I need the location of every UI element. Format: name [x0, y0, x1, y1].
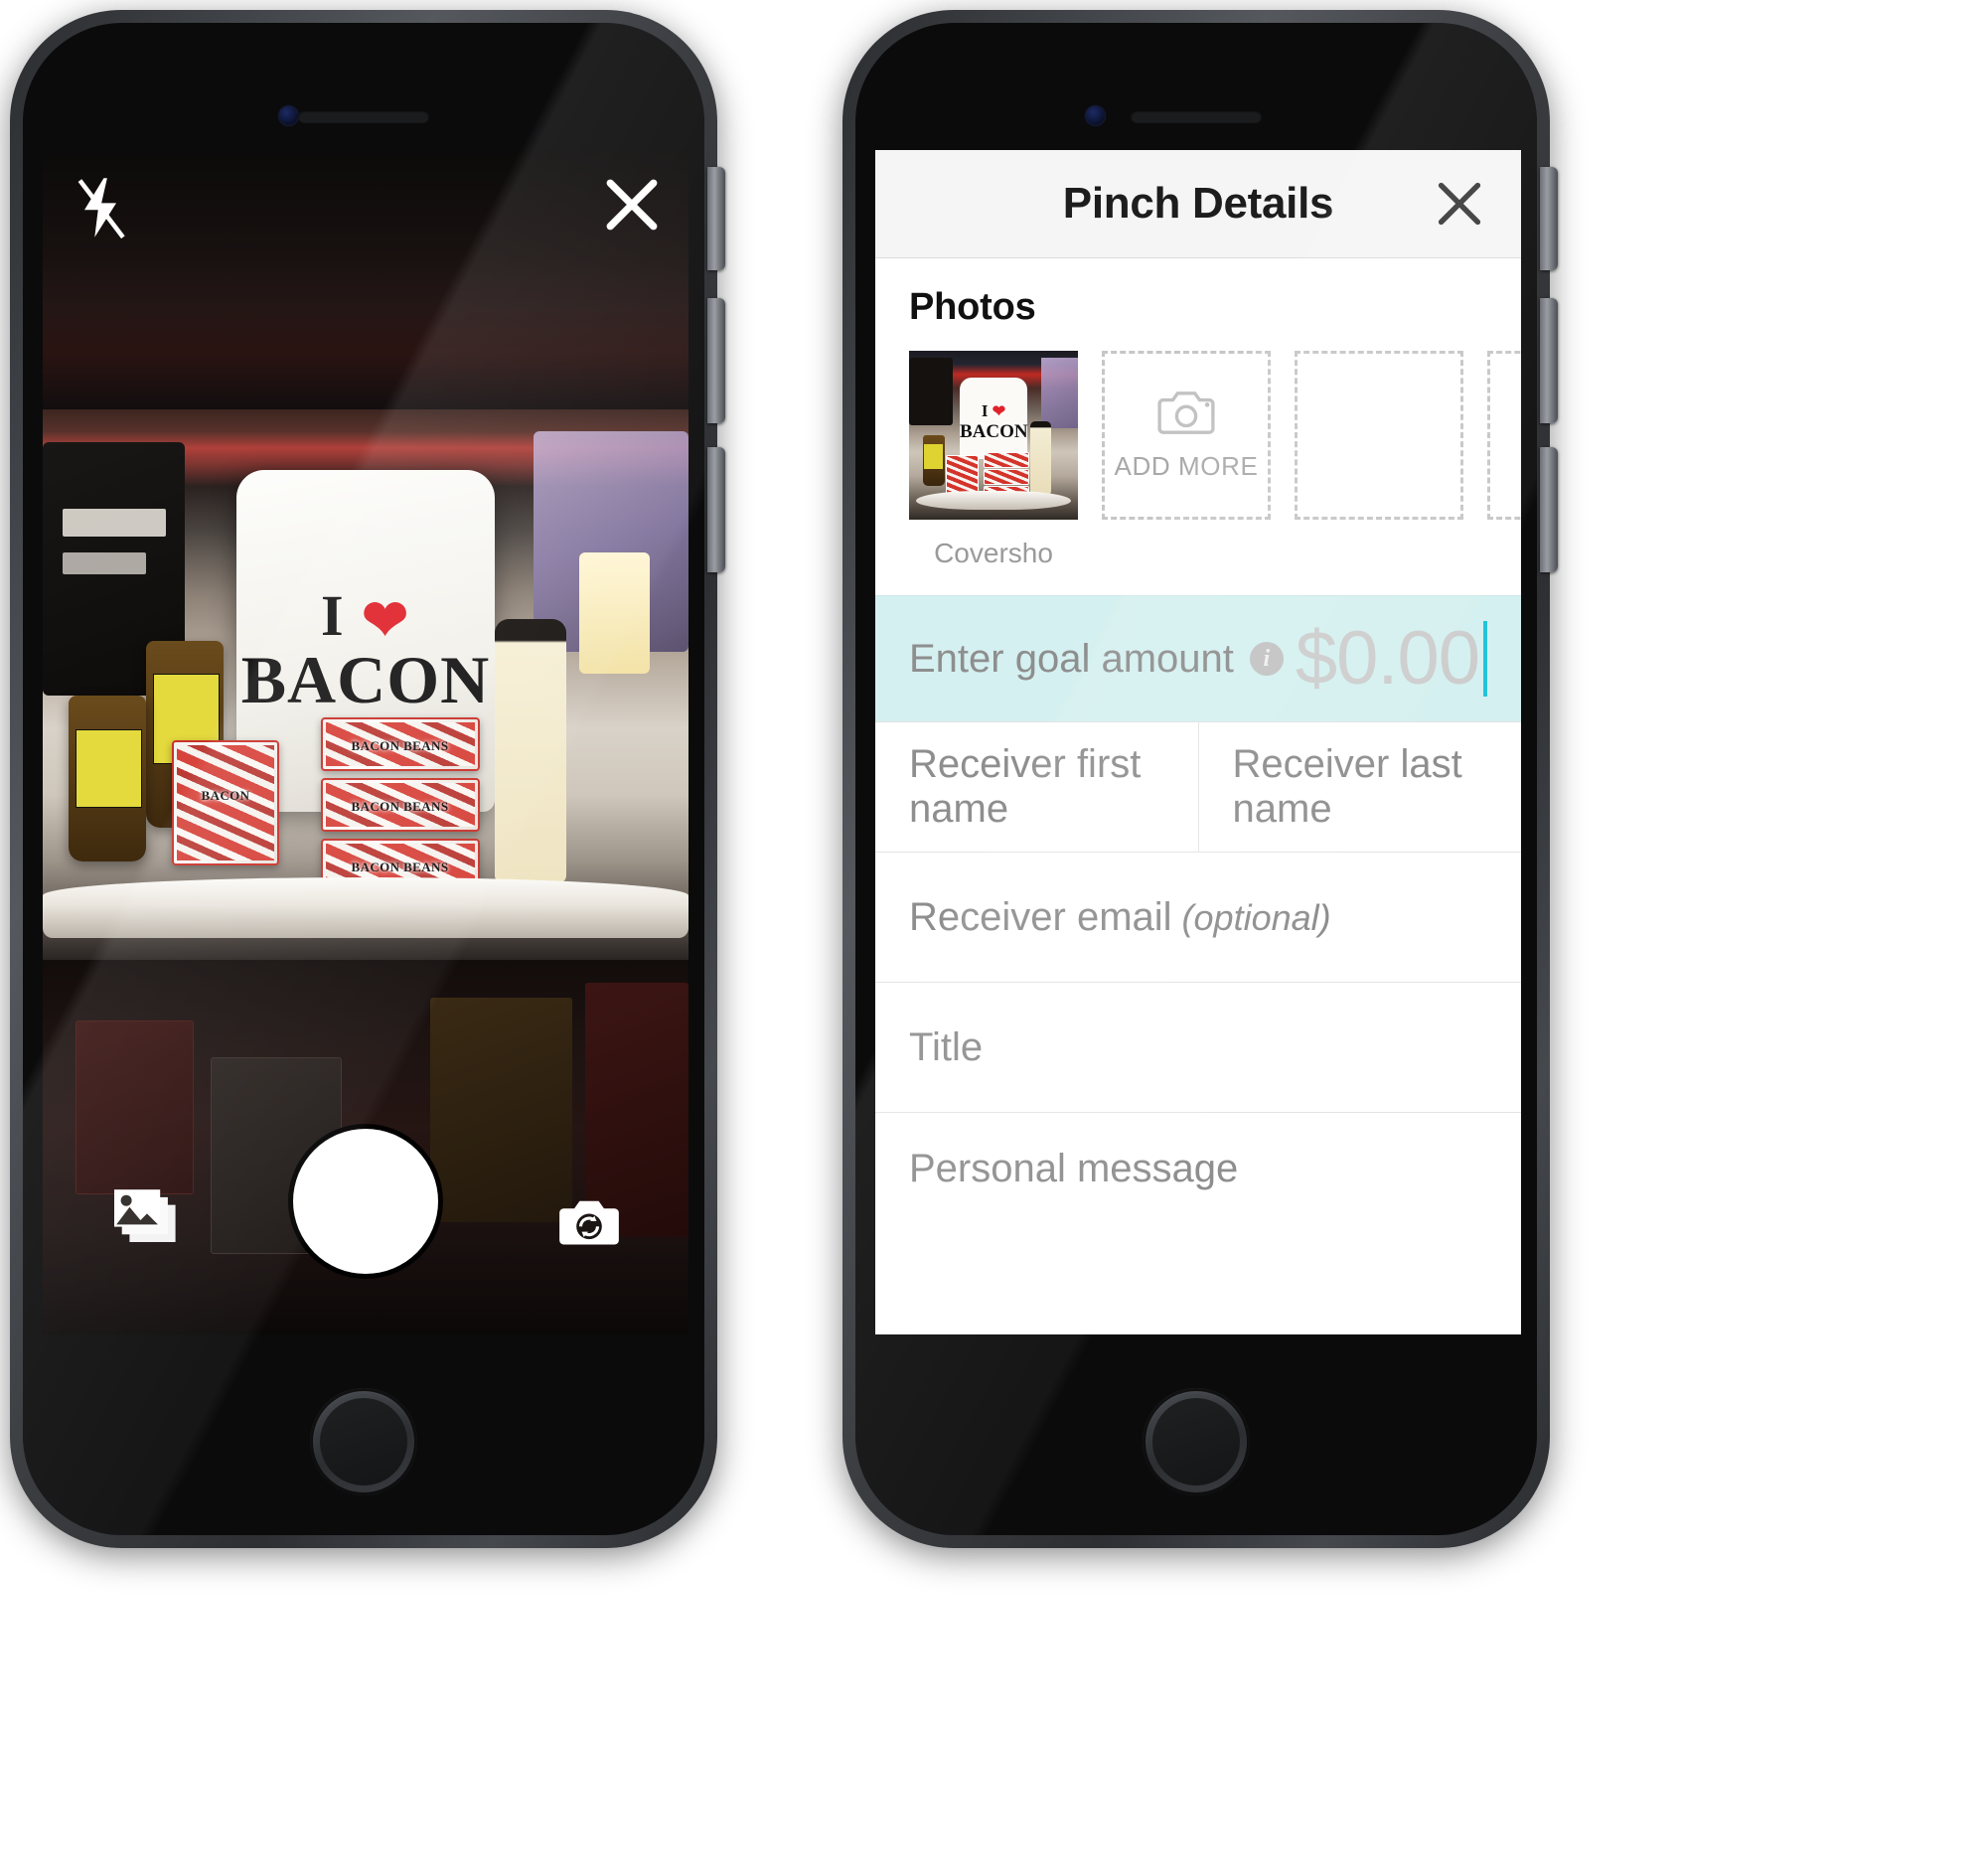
- right-phone-power-button[interactable]: [1540, 167, 1558, 270]
- thumb-white-tshirt: I ❤ BACON: [960, 378, 1028, 459]
- photo-thumbnail-row: I ❤ BACON ADD MORE: [909, 351, 1521, 520]
- empty-photo-slot-button-1[interactable]: [1295, 351, 1463, 520]
- camera-icon: [1155, 389, 1217, 441]
- pinch-details-screen: Pinch Details Photos I ❤ BACON ADD MORE …: [875, 150, 1521, 1334]
- receiver-first-name-field[interactable]: Receiver first name: [875, 722, 1198, 852]
- thumbnail-image: I ❤ BACON: [909, 351, 1078, 520]
- earpiece-speaker: [298, 110, 429, 123]
- empty-photo-slot-2: [1487, 351, 1521, 520]
- thumb-bacon-box-2: [983, 452, 1029, 468]
- close-icon[interactable]: [1434, 178, 1485, 230]
- goal-amount-value-group: $0.00: [1296, 621, 1487, 697]
- camera-screen: I ❤ BACON BACON BACON BEANS BACON BEANS …: [43, 150, 688, 1334]
- thumb-black-shirts: [909, 357, 954, 425]
- goal-amount-row[interactable]: Enter goal amount i $0.00: [875, 595, 1521, 722]
- text-cursor: [1483, 621, 1487, 697]
- thumb-shelf: [915, 491, 1072, 510]
- personal-message-field[interactable]: Personal message 200 char: [875, 1113, 1521, 1334]
- title-placeholder: Title: [909, 1024, 984, 1069]
- photos-section-label: Photos: [909, 286, 1036, 328]
- covershot-caption: Coversho: [934, 538, 1053, 568]
- left-phone-volume-down[interactable]: [707, 447, 725, 572]
- receiver-email-row: Receiver email (optional): [875, 853, 1521, 983]
- thumb-tshirt-line1: I ❤: [981, 400, 1006, 420]
- goal-amount-input[interactable]: $0.00: [1296, 621, 1480, 697]
- left-phone-volume-up[interactable]: [707, 298, 725, 423]
- left-phone-bezel: I ❤ BACON BACON BACON BEANS BACON BEANS …: [23, 23, 704, 1535]
- receiver-name-row: Receiver first name Receiver last name: [875, 722, 1521, 853]
- right-phone-volume-up[interactable]: [1540, 298, 1558, 423]
- app-header: Pinch Details: [875, 150, 1521, 258]
- goal-amount-label: Enter goal amount: [909, 636, 1234, 681]
- info-icon[interactable]: i: [1249, 642, 1284, 676]
- left-phone-device: I ❤ BACON BACON BACON BEANS BACON BEANS …: [10, 10, 717, 1548]
- gallery-icon[interactable]: [114, 1189, 180, 1251]
- receiver-email-placeholder: Receiver email (optional): [909, 895, 1331, 940]
- thumb-tshirt-line2: BACON: [960, 421, 1028, 443]
- right-phone-bezel: Pinch Details Photos I ❤ BACON ADD MORE …: [855, 23, 1537, 1535]
- heart-icon: ❤: [992, 402, 1006, 420]
- left-phone-power-button[interactable]: [707, 167, 725, 270]
- thumb-right-products: [1040, 357, 1078, 429]
- add-more-label: ADD MORE: [1114, 451, 1259, 481]
- personal-message-placeholder: Personal message: [909, 1147, 1239, 1190]
- receiver-first-name-placeholder: Receiver first name: [909, 742, 1142, 831]
- close-icon[interactable]: [603, 176, 661, 234]
- right-phone-volume-down[interactable]: [1540, 447, 1558, 572]
- receiver-last-name-field[interactable]: Receiver last name: [1197, 722, 1522, 852]
- add-more-cell: ADD MORE: [1102, 351, 1271, 520]
- shutter-button[interactable]: [302, 1138, 429, 1265]
- covershot-cell: I ❤ BACON: [909, 351, 1078, 520]
- screenshot-canvas: I ❤ BACON BACON BACON BEANS BACON BEANS …: [0, 0, 1987, 1876]
- flash-off-icon[interactable]: [73, 176, 128, 239]
- home-button[interactable]: [1143, 1388, 1250, 1495]
- front-camera-lens: [279, 106, 298, 125]
- camera-controls-overlay: [43, 150, 688, 1334]
- receiver-last-name-placeholder: Receiver last name: [1232, 742, 1462, 831]
- receiver-email-optional-tag: (optional): [1181, 896, 1331, 938]
- right-phone-device: Pinch Details Photos I ❤ BACON ADD MORE …: [842, 10, 1550, 1548]
- photos-section: Photos I ❤ BACON ADD MORE Coversho: [875, 258, 1521, 595]
- receiver-email-field[interactable]: Receiver email (optional): [875, 853, 1521, 982]
- covershot-thumbnail[interactable]: I ❤ BACON: [909, 351, 1078, 520]
- page-title: Pinch Details: [1062, 179, 1334, 228]
- flip-camera-icon[interactable]: [557, 1193, 621, 1249]
- receiver-email-placeholder-text: Receiver email: [909, 894, 1172, 939]
- thumb-bacon-box-3: [983, 469, 1029, 485]
- earpiece-speaker: [1131, 110, 1262, 123]
- empty-photo-slot-button-2[interactable]: [1487, 351, 1521, 520]
- home-button[interactable]: [310, 1388, 417, 1495]
- title-row: Title: [875, 983, 1521, 1113]
- title-field[interactable]: Title: [875, 983, 1521, 1112]
- thumb-cream-bottle: [1030, 421, 1051, 497]
- front-camera-lens: [1086, 106, 1105, 125]
- empty-photo-slot-1: [1295, 351, 1463, 520]
- goal-amount-label-group: Enter goal amount i: [909, 637, 1284, 682]
- thumb-moonshine-label: [924, 443, 943, 469]
- thumb-bacon-box-1: [946, 455, 979, 495]
- add-more-photo-button[interactable]: ADD MORE: [1102, 351, 1271, 520]
